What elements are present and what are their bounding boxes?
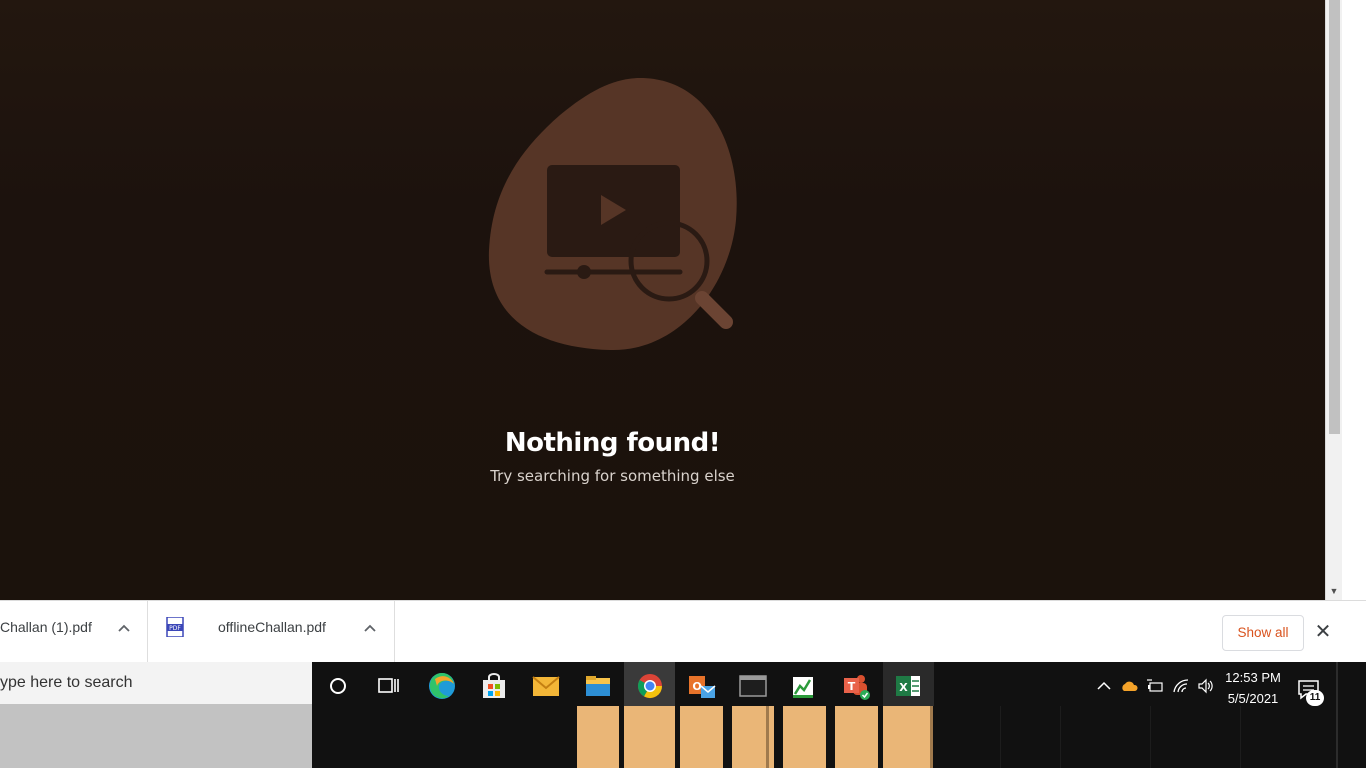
taskbar-stripe	[1240, 706, 1241, 768]
window-preview-thumbnail[interactable]	[783, 706, 826, 768]
chevron-up-icon[interactable]	[360, 618, 380, 638]
clock-date[interactable]: 5/5/2021	[1224, 691, 1282, 706]
show-desktop-divider[interactable]	[1336, 662, 1338, 768]
thumbnail-divider	[930, 706, 933, 768]
svg-text:O: O	[692, 680, 701, 693]
download-filename: Challan (1).pdf	[0, 619, 92, 635]
page-scrollbar[interactable]: ▼	[1325, 0, 1342, 600]
store-icon[interactable]	[476, 668, 512, 704]
task-view-icon[interactable]	[371, 668, 407, 704]
cortana-icon[interactable]	[320, 668, 356, 704]
search-panel-background	[0, 704, 312, 768]
outlook-icon[interactable]: O	[684, 668, 720, 704]
no-video-found-illustration	[488, 78, 737, 351]
wifi-icon[interactable]	[1172, 677, 1190, 695]
window-preview-thumbnail[interactable]	[577, 706, 619, 768]
taskbar-stripe	[1000, 706, 1001, 768]
clock-time[interactable]: 12:53 PM	[1224, 670, 1282, 685]
magnifier-handle	[695, 291, 733, 329]
thumbnail-divider	[766, 706, 769, 768]
terminal-icon[interactable]	[735, 668, 771, 704]
volume-icon[interactable]	[1197, 677, 1215, 695]
window-preview-thumbnail[interactable]	[883, 706, 931, 768]
window-edge	[1342, 0, 1366, 600]
chart-app-icon[interactable]	[786, 668, 822, 704]
search-results-page: Nothing found! Try searching for somethi…	[0, 0, 1325, 600]
taskbar-stripe	[1060, 706, 1061, 768]
edge-icon[interactable]	[424, 668, 460, 704]
svg-text:T: T	[848, 680, 856, 693]
progress-knob	[577, 265, 591, 279]
notification-count-badge: 11	[1306, 690, 1324, 706]
empty-state-title: Nothing found!	[504, 428, 721, 458]
svg-text:PDF: PDF	[169, 625, 181, 632]
pdf-file-icon: PDF	[166, 617, 184, 637]
chevron-up-icon[interactable]	[1095, 677, 1113, 695]
file-explorer-icon[interactable]	[580, 668, 616, 704]
svg-text:X: X	[899, 681, 908, 694]
search-placeholder: ype here to search	[0, 674, 133, 691]
download-filename: offlineChallan.pdf	[218, 619, 326, 635]
scroll-down-arrow-icon[interactable]: ▼	[1326, 583, 1342, 599]
taskbar-search-input[interactable]: ype here to search	[0, 662, 312, 704]
download-item[interactable]: Challan (1).pdf	[0, 601, 148, 663]
download-item[interactable]: PDF offlineChallan.pdf	[150, 601, 395, 663]
onedrive-icon[interactable]	[1120, 677, 1138, 695]
window-preview-thumbnail[interactable]	[624, 706, 675, 768]
window-preview-thumbnail[interactable]	[835, 706, 878, 768]
window-preview-thumbnail[interactable]	[680, 706, 723, 768]
chevron-up-icon[interactable]	[114, 618, 134, 638]
downloads-shelf: Challan (1).pdf PDF offlineChallan.pdf	[0, 600, 1366, 663]
teams-icon[interactable]: T	[838, 668, 874, 704]
taskbar-stripe	[1150, 706, 1151, 768]
excel-icon[interactable]: X	[890, 668, 926, 704]
scroll-thumb[interactable]	[1329, 0, 1340, 434]
chrome-icon[interactable]	[632, 668, 668, 704]
battery-icon[interactable]	[1146, 677, 1164, 695]
empty-state-subtitle: Try searching for something else	[490, 467, 735, 485]
show-all-downloads-button[interactable]: Show all	[1222, 615, 1304, 651]
mail-icon[interactable]	[528, 668, 564, 704]
close-icon[interactable]: ✕	[1314, 622, 1332, 642]
